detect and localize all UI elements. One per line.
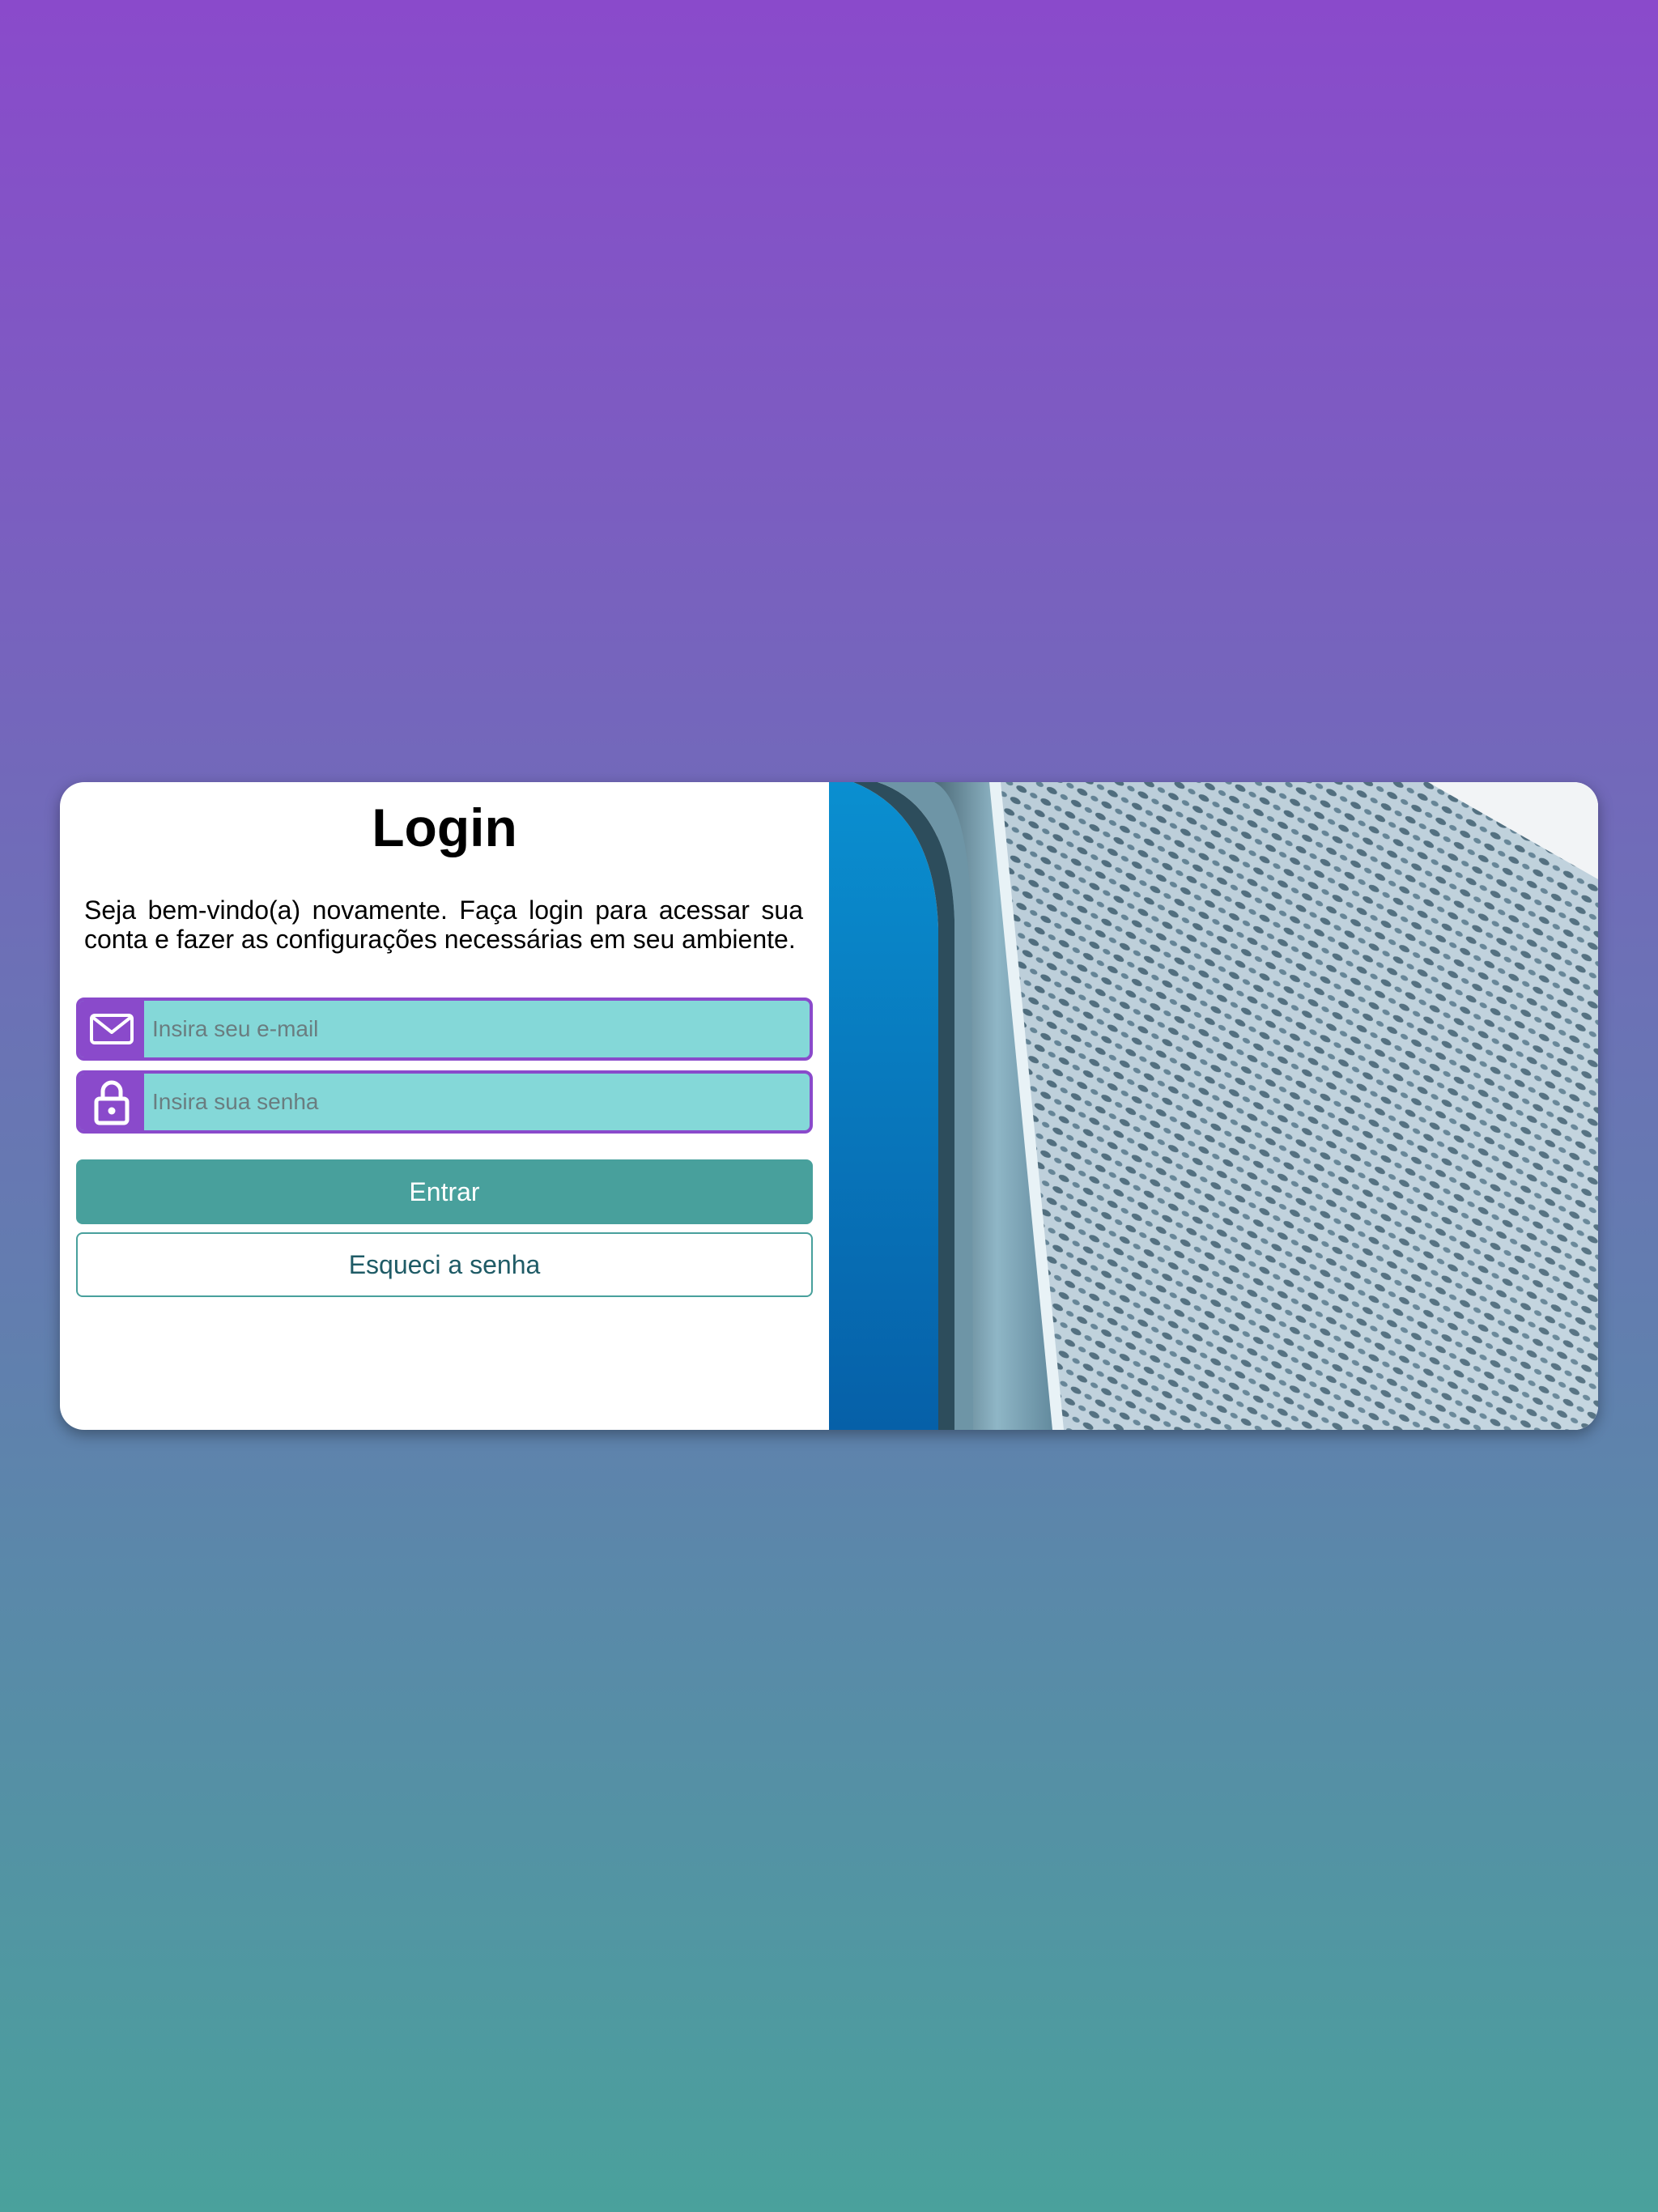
mail-icon (79, 1001, 144, 1057)
login-form-panel: Login Seja bem-vindo(a) novamente. Faça … (60, 782, 829, 1430)
login-card: Login Seja bem-vindo(a) novamente. Faça … (60, 782, 1598, 1430)
forgot-password-button[interactable]: Esqueci a senha (76, 1232, 813, 1297)
building-image (829, 782, 1598, 1430)
email-field-group (76, 998, 813, 1061)
welcome-text: Seja bem-vindo(a) novamente. Faça login … (84, 895, 803, 954)
login-button[interactable]: Entrar (76, 1159, 813, 1224)
password-field-group (76, 1070, 813, 1134)
page-title: Login (372, 798, 517, 857)
email-input[interactable] (144, 1001, 810, 1057)
password-input[interactable] (144, 1074, 810, 1130)
lock-icon (79, 1074, 144, 1130)
